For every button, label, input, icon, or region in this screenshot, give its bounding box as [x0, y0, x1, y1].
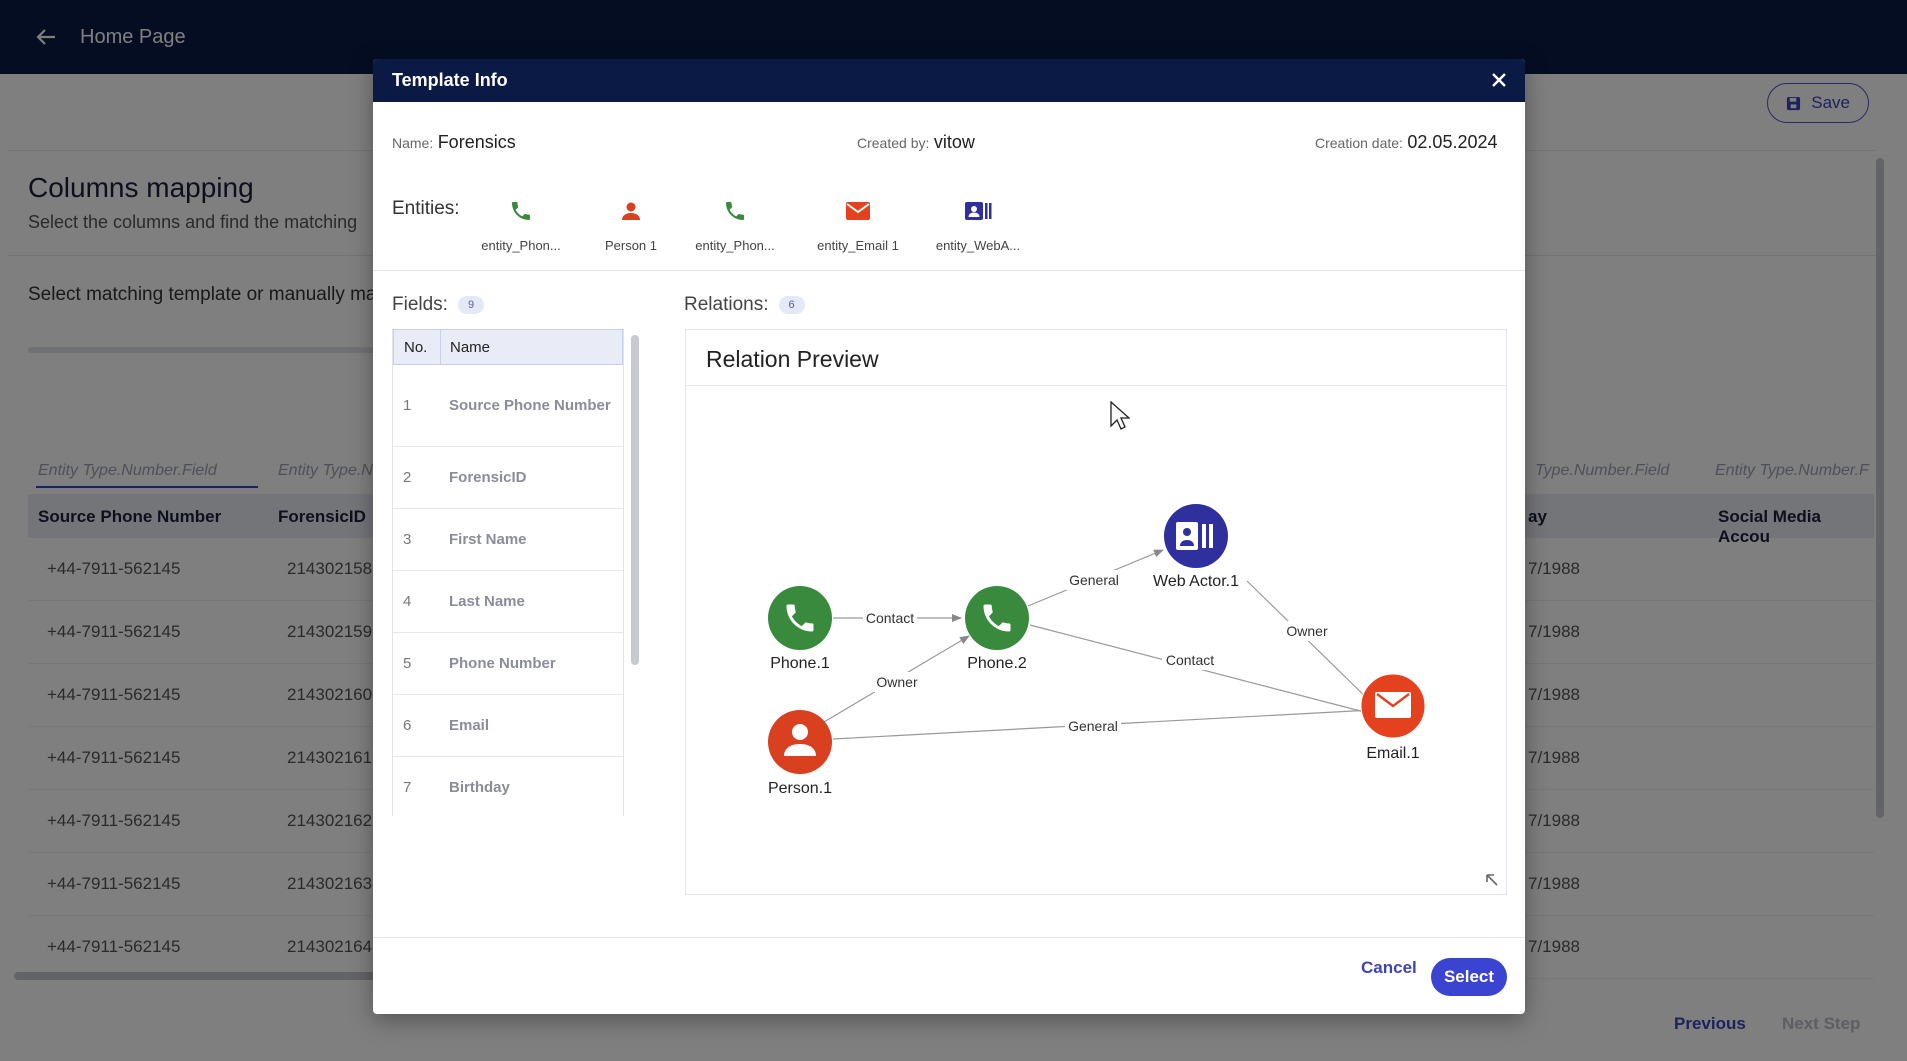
template-created-by: Created by: vitow — [857, 132, 975, 153]
field-number: 3 — [403, 531, 412, 548]
created-by-value: vitow — [933, 132, 975, 152]
edge-label: Owner — [1286, 623, 1328, 639]
table-row[interactable]: 7 Birthday — [393, 757, 623, 816]
edge-label: General — [1068, 718, 1118, 734]
web-actor-icon — [961, 194, 995, 228]
graph-edge[interactable]: General — [832, 706, 1373, 740]
table-row[interactable]: 6 Email — [393, 695, 623, 757]
fields-count-badge: 9 — [457, 296, 485, 314]
node-label: Phone.1 — [770, 655, 830, 672]
entity-item[interactable]: entity_Phon... — [466, 194, 576, 253]
graph-node-email-1[interactable]: Email.1 — [1360, 673, 1426, 762]
phone-icon — [718, 194, 752, 228]
name-value: Forensics — [437, 132, 516, 152]
graph-edge[interactable]: Owner — [823, 635, 970, 723]
entity-item[interactable]: entity_WebA... — [923, 194, 1033, 253]
entity-item[interactable]: Person 1 — [576, 194, 686, 253]
table-row[interactable]: 4 Last Name — [393, 571, 623, 633]
field-number: 1 — [403, 397, 412, 414]
graph-edge[interactable]: Contact — [833, 608, 962, 628]
name-label: Name: — [392, 135, 434, 151]
field-name: Phone Number — [449, 655, 556, 672]
column-header-name: Name — [450, 338, 491, 356]
expand-icon[interactable] — [1484, 872, 1500, 888]
mouse-cursor-icon — [1110, 401, 1130, 430]
edge-label: Contact — [1166, 652, 1214, 668]
dialog-title: Template Info — [392, 70, 508, 90]
email-icon — [1375, 692, 1411, 718]
phone-icon — [504, 194, 538, 228]
field-number: 5 — [403, 655, 412, 672]
created-by-label: Created by: — [857, 135, 930, 151]
entity-label: entity_WebA... — [935, 238, 1021, 253]
table-row[interactable]: 5 Phone Number — [393, 633, 623, 695]
fields-label: Fields: — [392, 294, 448, 315]
close-icon[interactable] — [1487, 68, 1511, 92]
table-row[interactable]: 3 First Name — [393, 509, 623, 571]
entity-label: entity_Phon... — [481, 238, 561, 253]
field-name: First Name — [449, 531, 527, 548]
entity-label: entity_Email 1 — [817, 238, 899, 253]
divider — [373, 270, 1525, 271]
relation-graph: Contact General Owner Contact Owner Gene… — [768, 504, 1426, 797]
template-creation-date: Creation date: 02.05.2024 — [1315, 132, 1498, 153]
entity-item[interactable]: entity_Phon... — [680, 194, 790, 253]
creation-date-value: 02.05.2024 — [1407, 132, 1498, 152]
edge-label: Contact — [866, 610, 914, 626]
entity-label: entity_Phon... — [695, 238, 775, 253]
field-number: 7 — [403, 779, 412, 796]
node-label: Email.1 — [1366, 745, 1419, 762]
table-row[interactable]: 1 Source Phone Number — [393, 365, 623, 447]
relations-heading: Relations: 6 — [684, 294, 805, 316]
graph-node-phone-2[interactable]: Phone.2 — [965, 586, 1029, 672]
field-name: Last Name — [449, 593, 525, 610]
fields-table: No. Name 1 Source Phone Number 2 Forensi… — [392, 329, 624, 816]
column-header-no: No. — [394, 330, 441, 364]
field-name: Email — [449, 717, 490, 734]
divider — [373, 937, 1525, 938]
dialog-header: Template Info — [373, 59, 1525, 102]
field-number: 6 — [403, 717, 412, 734]
node-label: Web Actor.1 — [1153, 573, 1239, 590]
field-name: Source Phone Number — [449, 397, 611, 414]
graph-node-phone-1[interactable]: Phone.1 — [768, 586, 832, 672]
creation-date-label: Creation date: — [1315, 135, 1403, 151]
node-label: Person.1 — [768, 780, 832, 797]
template-info-dialog: Template Info Name: Forensics Created by… — [373, 59, 1525, 1014]
relation-preview-title: Relation Preview — [706, 346, 879, 372]
edge-label: General — [1069, 572, 1119, 588]
field-number: 2 — [403, 469, 412, 486]
table-row[interactable]: 2 ForensicID — [393, 447, 623, 509]
field-name: Birthday — [449, 779, 510, 796]
fields-heading: Fields: 9 — [392, 294, 485, 316]
entity-label: Person 1 — [604, 238, 658, 253]
node-label: Phone.2 — [967, 655, 1027, 672]
field-number: 4 — [403, 593, 412, 610]
graph-edge[interactable]: General — [1027, 549, 1164, 607]
email-icon — [841, 194, 875, 228]
relations-count-badge: 6 — [778, 296, 805, 314]
select-button[interactable]: Select — [1431, 958, 1507, 996]
field-name: ForensicID — [449, 469, 527, 486]
edge-label: Owner — [876, 674, 918, 690]
cancel-button[interactable]: Cancel — [1361, 958, 1417, 978]
fields-table-header: No. Name — [393, 329, 623, 365]
person-icon — [614, 194, 648, 228]
fields-scrollbar[interactable] — [631, 335, 639, 665]
graph-node-person-1[interactable]: Person.1 — [768, 710, 832, 797]
relation-preview-panel: Relation Preview Contact General Owner C… — [685, 329, 1507, 895]
graph-node-web-actor-1[interactable]: Web Actor.1 — [1153, 504, 1239, 590]
template-name: Name: Forensics — [392, 132, 516, 153]
entity-item[interactable]: entity_Email 1 — [803, 194, 913, 253]
relations-label: Relations: — [684, 294, 769, 315]
entities-label: Entities: — [392, 198, 460, 219]
